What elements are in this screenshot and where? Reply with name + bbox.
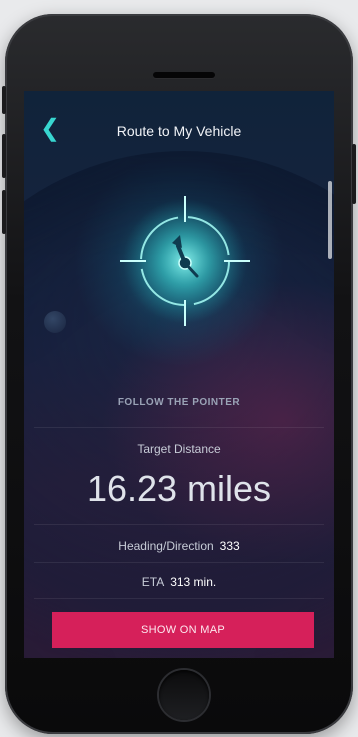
heading-label: Heading/Direction [118,539,214,553]
scrollbar[interactable] [328,181,332,259]
page-title: Route to My Vehicle [116,123,242,139]
eta-label: ETA [141,575,165,589]
mute-switch [2,86,6,114]
home-button[interactable] [159,670,209,720]
compass [120,196,250,326]
eta-row: ETA 313 min. [24,575,334,589]
eta-value: 313 min. [170,575,217,589]
power-button [352,144,356,204]
volume-down-button [2,190,6,234]
divider [34,524,324,525]
instruction-label: FOLLOW THE POINTER [117,397,241,408]
divider [34,427,324,428]
moon-decoration [44,311,66,333]
header: ❮ Route to My Vehicle [24,91,334,171]
crosshair-pointer-icon [120,196,250,326]
heading-value: 333 [219,539,240,553]
target-distance-value: 16.23 miles [86,468,272,509]
heading-row: Heading/Direction 333 [24,539,334,553]
show-on-map-button[interactable]: SHOW ON MAP [52,612,314,648]
target-distance-label: Target Distance [137,442,221,456]
volume-up-button [2,134,6,178]
earpiece-speaker [153,72,215,78]
divider [34,598,324,599]
app-screen: ❮ Route to My Vehicle FOLLOW THE POINTER… [24,91,334,658]
divider [34,562,324,563]
